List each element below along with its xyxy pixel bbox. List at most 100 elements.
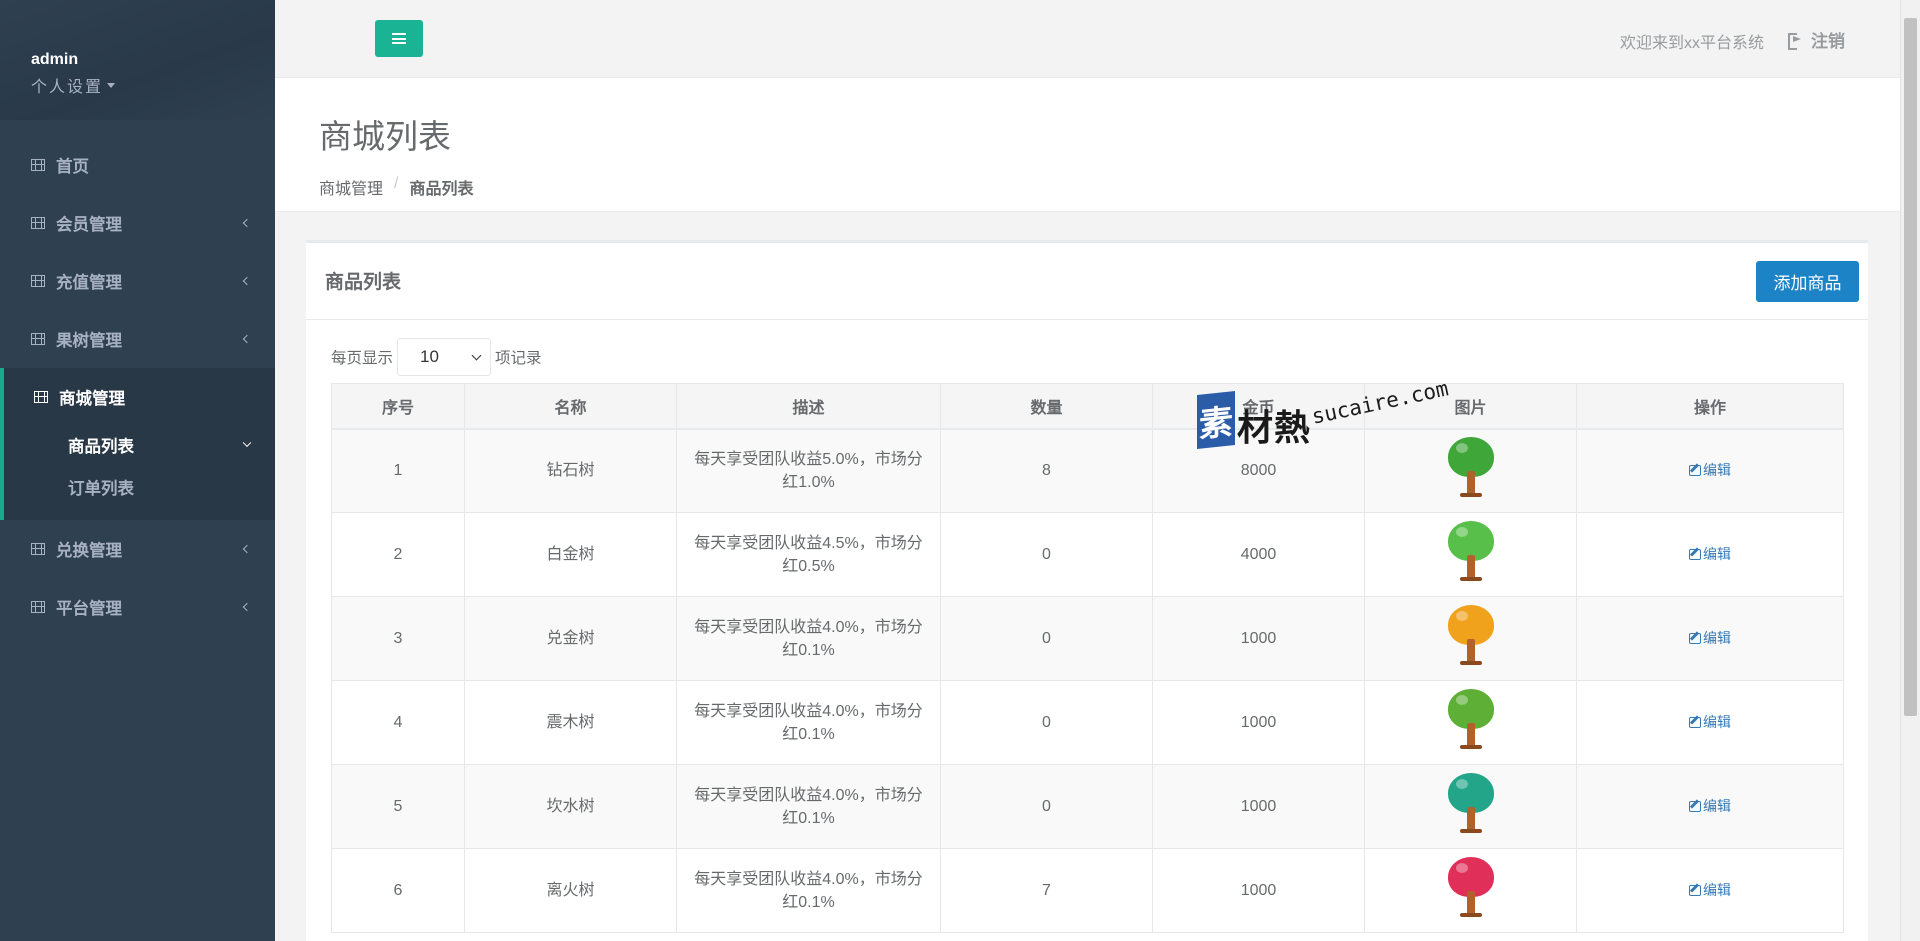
edit-icon [1689, 632, 1701, 644]
cell-description: 每天享受团队收益5.0%，市场分红1.0% [676, 428, 941, 513]
page-length-select[interactable]: 10 [397, 338, 492, 376]
sidebar-item-home[interactable]: 首页 [0, 136, 275, 194]
cell-index: 3 [331, 596, 465, 681]
sidebar-item-label: 首页 [56, 158, 89, 176]
column-header-name[interactable]: 名称 [464, 383, 677, 430]
panel-header: 商品列表 添加商品 [306, 243, 1868, 320]
cell-quantity: 0 [940, 596, 1153, 681]
edit-label: 编辑 [1703, 461, 1731, 478]
welcome-text: 欢迎来到xx平台系统 [1619, 35, 1764, 52]
subnav-link[interactable]: 订单列表 [4, 468, 275, 510]
subnav-item-product-list[interactable]: 商品列表 [4, 426, 275, 468]
breadcrumb-current: 商品列表 [409, 181, 474, 198]
edit-link[interactable]: 编辑 [1689, 879, 1731, 902]
cell-index: 5 [331, 764, 465, 849]
product-table: 序号 名称 描述 数量 金币 图片 操作 1 钻石树 每天享受团队收益5.0%，… [331, 383, 1844, 933]
sidebar-item-fruit-trees[interactable]: 果树管理 [0, 310, 275, 368]
sidebar-item-label: 平台管理 [56, 600, 122, 618]
sidebar-link[interactable]: 商城管理 [4, 368, 275, 448]
table-icon [31, 333, 45, 345]
column-header-image[interactable]: 图片 [1364, 383, 1577, 430]
sidebar-item-platform[interactable]: 平台管理 [0, 578, 275, 636]
cell-gold: 4000 [1152, 512, 1365, 597]
cell-gold: 8000 [1152, 428, 1365, 513]
caret-down-icon [107, 82, 116, 88]
sidebar-item-label: 会员管理 [56, 216, 122, 234]
sidebar-nav: 首页 会员管理 充值管理 果树管理 商城管理 商品列表 订单列表 兑换管理 平台… [0, 136, 275, 636]
cell-name: 兑金树 [464, 596, 677, 681]
scrollbar-thumb[interactable] [1904, 18, 1917, 716]
cell-description: 每天享受团队收益4.5%，市场分红0.5% [676, 512, 941, 597]
menu-toggle-button[interactable] [375, 20, 423, 57]
sidebar-item-mall[interactable]: 商城管理 商品列表 订单列表 [0, 368, 275, 520]
sidebar-link[interactable]: 充值管理 [0, 252, 275, 310]
vertical-scrollbar[interactable] [1900, 0, 1920, 941]
chevron-left-icon [242, 602, 252, 612]
tree-image [1445, 521, 1497, 581]
table-icon [31, 275, 45, 287]
chevron-left-icon [242, 276, 252, 286]
cell-gold: 1000 [1152, 764, 1365, 849]
sidebar-link[interactable]: 兑换管理 [0, 520, 275, 578]
edit-icon [1689, 716, 1701, 728]
logout-link[interactable]: 注销 [1788, 27, 1845, 52]
table-header-row: 序号 名称 描述 数量 金币 图片 操作 [331, 383, 1844, 430]
edit-link[interactable]: 编辑 [1689, 795, 1731, 818]
cell-name: 离火树 [464, 848, 677, 933]
sidebar-item-recharge[interactable]: 充值管理 [0, 252, 275, 310]
table-icon [34, 391, 48, 403]
page-length-control: 每页显示 10 项记录 [331, 338, 1843, 376]
breadcrumb: 商城管理 / 商品列表 [319, 175, 1900, 199]
cell-actions: 编辑 [1576, 680, 1844, 765]
edit-link[interactable]: 编辑 [1689, 459, 1731, 482]
chevron-left-icon [242, 544, 252, 554]
cell-gold: 1000 [1152, 680, 1365, 765]
sidebar-link[interactable]: 果树管理 [0, 310, 275, 368]
cell-index: 6 [331, 848, 465, 933]
cell-index: 1 [331, 428, 465, 513]
column-header-index[interactable]: 序号 [331, 383, 465, 430]
column-header-quantity[interactable]: 数量 [940, 383, 1153, 430]
column-header-gold[interactable]: 金币 [1152, 383, 1365, 430]
subnav-link[interactable]: 商品列表 [4, 426, 275, 468]
sidebar-item-label: 充值管理 [56, 274, 122, 292]
column-header-actions[interactable]: 操作 [1576, 383, 1844, 430]
edit-link[interactable]: 编辑 [1689, 543, 1731, 566]
cell-image [1364, 512, 1577, 597]
column-header-description[interactable]: 描述 [676, 383, 941, 430]
sidebar-link[interactable]: 平台管理 [0, 578, 275, 636]
cell-description: 每天享受团队收益4.0%，市场分红0.1% [676, 680, 941, 765]
chevron-down-icon [471, 350, 482, 360]
cell-quantity: 0 [940, 680, 1153, 765]
cell-index: 2 [331, 512, 465, 597]
edit-icon [1689, 800, 1701, 812]
cell-image [1364, 764, 1577, 849]
personal-settings-dropdown[interactable]: 个人设置 [31, 73, 116, 97]
tree-image [1445, 857, 1497, 917]
sign-out-icon [1788, 33, 1802, 50]
cell-index: 4 [331, 680, 465, 765]
tree-image [1445, 437, 1497, 498]
add-product-button[interactable]: 添加商品 [1756, 261, 1859, 302]
cell-image [1364, 680, 1577, 765]
sidebar-item-label: 兑换管理 [56, 542, 122, 560]
cell-name: 钻石树 [464, 428, 677, 513]
edit-link[interactable]: 编辑 [1689, 711, 1731, 734]
sidebar-item-label: 果树管理 [56, 332, 122, 350]
subnav-item-order-list[interactable]: 订单列表 [4, 468, 275, 510]
edit-link[interactable]: 编辑 [1689, 627, 1731, 650]
length-suffix-label: 项记录 [495, 350, 542, 367]
breadcrumb-link[interactable]: 商城管理 [319, 175, 383, 199]
edit-label: 编辑 [1703, 545, 1731, 562]
cell-name: 白金树 [464, 512, 677, 597]
username: admin [31, 51, 79, 68]
breadcrumb-separator: / [394, 175, 399, 192]
sidebar-item-exchange[interactable]: 兑换管理 [0, 520, 275, 578]
sidebar-link[interactable]: 首页 [0, 136, 275, 194]
cell-actions: 编辑 [1576, 428, 1844, 513]
sidebar-link[interactable]: 会员管理 [0, 194, 275, 252]
edit-icon [1689, 464, 1701, 476]
cell-image [1364, 596, 1577, 681]
edit-label: 编辑 [1703, 881, 1731, 898]
sidebar-item-members[interactable]: 会员管理 [0, 194, 275, 252]
